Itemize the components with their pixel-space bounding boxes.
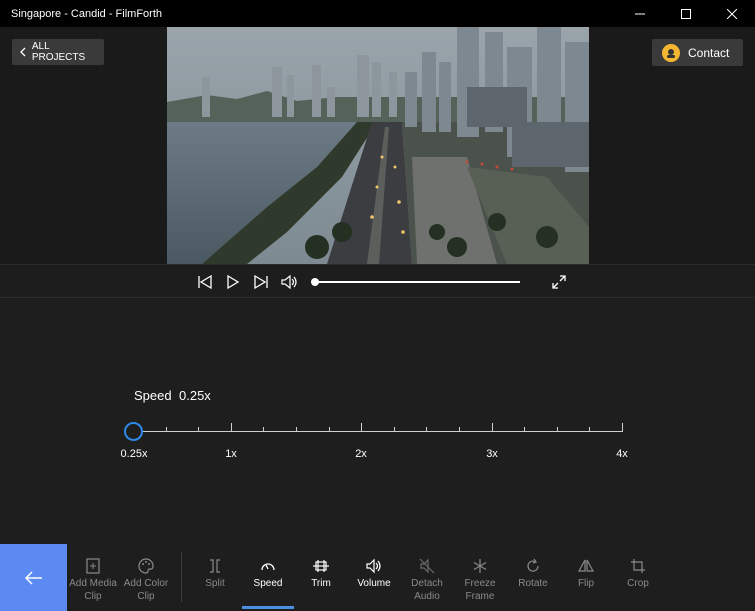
tool-label: Trim [311, 578, 331, 589]
speed-minor-tick [329, 427, 330, 432]
speed-tick-label: 0.25x [120, 448, 148, 460]
tool-label: Freeze Frame [464, 578, 496, 602]
minimize-button[interactable] [617, 0, 663, 27]
palette-icon [138, 558, 154, 574]
crop-icon [631, 559, 645, 573]
speed-minor-tick [166, 427, 167, 432]
contact-button[interactable]: Contact [652, 39, 743, 66]
tool-label: Detach Audio [411, 578, 443, 602]
all-projects-button[interactable]: ALL PROJECTS [12, 39, 104, 65]
tool-label: Crop [627, 578, 649, 589]
detach-audio-icon [419, 558, 435, 574]
volume-icon[interactable] [281, 274, 297, 290]
speed-minor-tick [198, 427, 199, 432]
speed-minor-tick [589, 427, 590, 432]
speed-minor-tick [263, 427, 264, 432]
crop-button[interactable]: Crop [611, 558, 665, 590]
trim-icon [313, 560, 329, 572]
speed-minor-tick [459, 427, 460, 432]
speed-minor-tick [524, 427, 525, 432]
tool-label: Split [205, 578, 225, 589]
speed-major-tick [361, 423, 362, 432]
speed-tick-label: 2x [355, 448, 367, 460]
speed-major-tick [231, 423, 232, 432]
volume-icon [366, 558, 381, 574]
skip-back-icon[interactable] [197, 274, 213, 290]
close-button[interactable] [709, 0, 755, 27]
trim-button[interactable]: Trim [294, 558, 348, 590]
rotate-button[interactable]: Rotate [506, 558, 560, 590]
speed-slider-knob[interactable] [124, 422, 143, 441]
minimize-icon [635, 13, 645, 14]
speed-minor-tick [557, 427, 558, 432]
flip-button[interactable]: Flip [559, 558, 613, 590]
bottom-toolbar: Add Media Clip Add Color Clip Split Spee… [0, 544, 755, 611]
tool-label: Add Media Clip [69, 578, 117, 602]
speed-major-tick [492, 423, 493, 432]
speed-label: Speed [134, 388, 172, 403]
speed-minor-tick [426, 427, 427, 432]
rotate-icon [527, 558, 539, 572]
contact-avatar-icon [662, 43, 680, 62]
tool-label: Speed [253, 578, 283, 589]
playback-progress-bar[interactable] [315, 281, 520, 283]
arrow-left-icon [24, 570, 42, 585]
all-projects-label: ALL PROJECTS [31, 41, 86, 63]
flip-icon [578, 559, 594, 572]
speed-button[interactable]: Speed [241, 558, 295, 590]
chevron-left-icon [20, 47, 26, 57]
speed-value: 0.25x [179, 388, 211, 403]
contact-label: Contact [688, 45, 730, 60]
fullscreen-icon[interactable] [551, 274, 567, 290]
close-icon [727, 8, 737, 19]
split-icon [210, 559, 220, 573]
speed-slider-track[interactable] [133, 431, 622, 432]
speed-tick-label: 4x [616, 448, 628, 460]
skip-forward-icon[interactable] [253, 274, 269, 290]
tool-label: Add Color Clip [123, 578, 169, 602]
playback-controls [0, 264, 755, 298]
speedometer-icon [261, 563, 275, 571]
speed-tick-label: 3x [486, 448, 498, 460]
tool-label: Rotate [518, 578, 548, 589]
maximize-icon [681, 8, 691, 19]
window-title: Singapore - Candid - FilmForth [11, 7, 163, 20]
title-bar: Singapore - Candid - FilmForth [0, 0, 755, 27]
speed-minor-tick [296, 427, 297, 432]
add-media-icon [86, 558, 100, 574]
volume-button[interactable]: Volume [347, 558, 401, 590]
tool-label: Flip [577, 578, 595, 589]
play-icon[interactable] [225, 274, 241, 290]
speed-minor-tick [394, 427, 395, 432]
split-button[interactable]: Split [188, 558, 242, 590]
speed-tick-label: 1x [225, 448, 237, 460]
tool-label: Volume [357, 578, 391, 589]
detach-audio-button[interactable]: Detach Audio [400, 558, 454, 603]
active-tool-indicator [242, 606, 294, 609]
snowflake-icon [473, 559, 487, 573]
freeze-frame-button[interactable]: Freeze Frame [453, 558, 507, 603]
speed-major-tick [622, 423, 623, 432]
video-preview[interactable] [167, 27, 589, 264]
add-color-clip-button[interactable]: Add Color Clip [119, 558, 173, 603]
add-media-clip-button[interactable]: Add Media Clip [66, 558, 120, 603]
video-frame-image [167, 27, 589, 264]
back-button[interactable] [0, 544, 67, 611]
maximize-button[interactable] [663, 0, 709, 27]
playback-progress-knob[interactable] [311, 278, 319, 286]
toolbar-divider [181, 552, 182, 602]
